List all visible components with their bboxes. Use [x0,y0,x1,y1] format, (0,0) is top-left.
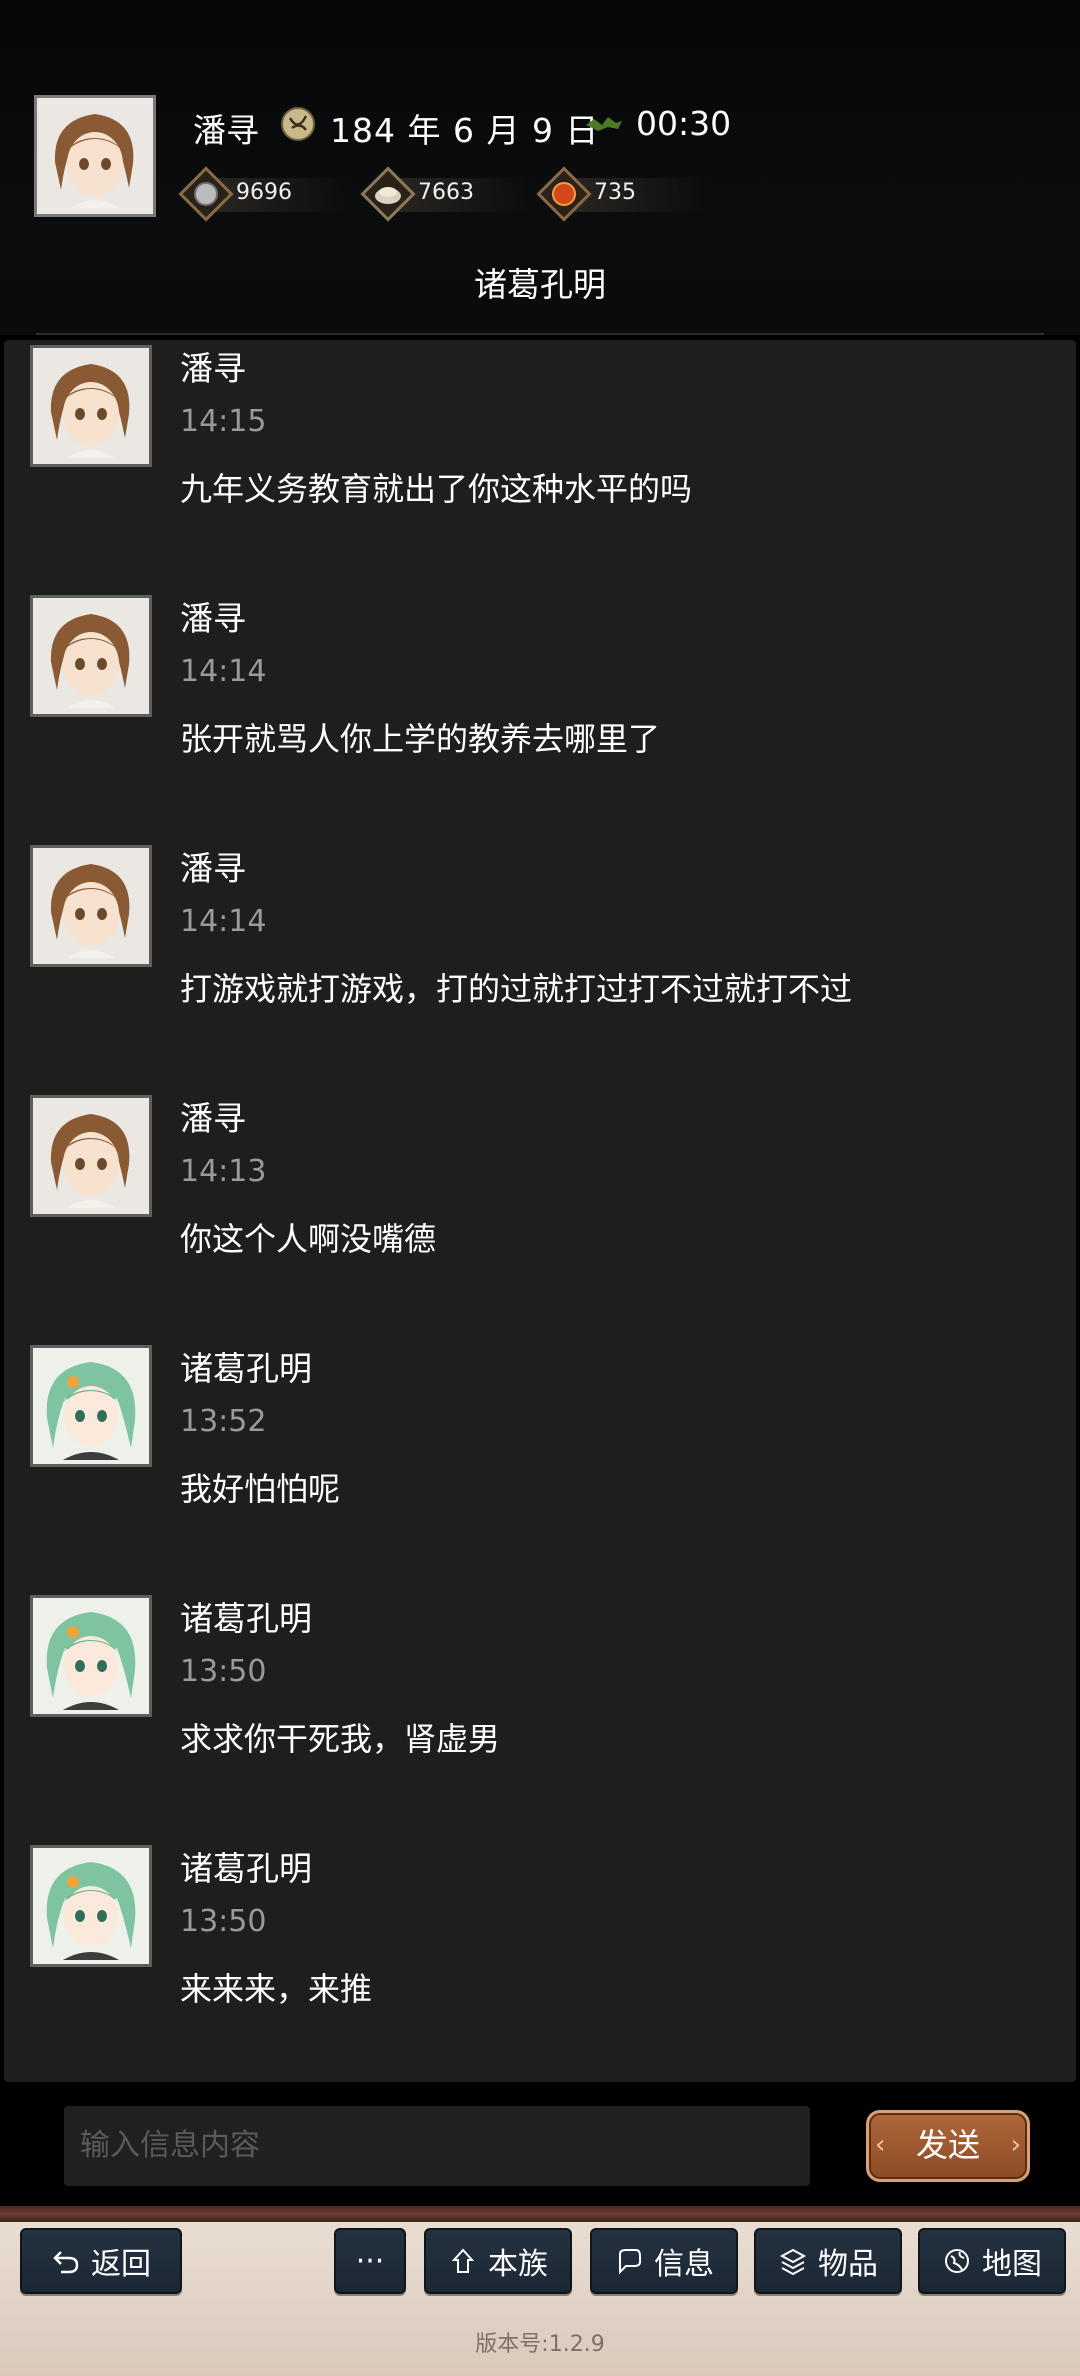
chevron-left-icon: ‹ [875,2130,886,2160]
message-sender: 诸葛孔明 [180,1849,312,1888]
message-text: 张开就骂人你上学的教养去哪里了 [180,720,661,758]
message-time: 14:15 [180,404,267,439]
chat-title: 诸葛孔明 [474,265,606,304]
silver-coin-icon [178,166,234,222]
message-time: 14:14 [180,654,267,689]
brown-hair-avatar[interactable] [30,845,152,967]
message-text: 你这个人啊没嘴德 [180,1220,437,1258]
message-item: 潘寻 14:15 九年义务教育就出了你这种水平的吗 [4,340,1076,580]
message-text: 打游戏就打游戏，打的过就打过打不过就打不过 [180,970,853,1008]
time-icon [586,117,622,131]
message-item: 潘寻 14:14 打游戏就打游戏，打的过就打过打不过就打不过 [4,830,1076,1080]
chevron-right-icon: › [1010,2130,1021,2160]
brown-hair-avatar[interactable] [30,595,152,717]
clan-icon [451,2248,475,2273]
message-sender: 潘寻 [180,349,246,388]
globe-icon [945,2249,969,2273]
game-time: 00:30 [636,104,732,143]
green-hair-avatar[interactable] [30,1845,152,1967]
red-seal-icon [536,166,592,222]
message-time: 13:50 [180,1904,267,1939]
items-button[interactable]: 物品 [754,2228,902,2294]
player-avatar[interactable] [34,95,156,217]
header-divider [36,333,1044,335]
clan-label: 本族 [488,2247,548,2282]
message-item: 诸葛孔明 13:52 我好怕怕呢 [4,1330,1076,1580]
info-label: 信息 [654,2247,714,2282]
message-time: 14:13 [180,1154,267,1189]
items-label: 物品 [818,2247,878,2282]
message-text: 九年义务教育就出了你这种水平的吗 [180,470,693,508]
items-icon [779,2248,807,2276]
brown-hair-avatar[interactable] [30,345,152,467]
input-area: 输入信息内容 ‹ 发送 › [0,2082,1080,2216]
message-sender: 诸葛孔明 [180,1349,312,1388]
message-item: 潘寻 14:14 张开就骂人你上学的教养去哪里了 [4,580,1076,830]
map-button[interactable]: 地图 [918,2228,1066,2294]
grain-icon [360,166,416,222]
more-button[interactable]: ··· [334,2228,406,2294]
chat-screen: 潘寻 184 年 6 月 9 日 00:30 9696 7663 735 诸葛孔… [0,0,1080,2376]
seal-value: 735 [594,180,636,205]
message-input[interactable]: 输入信息内容 [64,2106,810,2186]
message-text: 求求你干死我，肾虚男 [180,1720,501,1758]
bottom-nav: 返回 ··· 本族 信息 物品 地图 版本号:1.2.9 [0,2222,1080,2376]
message-sender: 潘寻 [180,1099,246,1138]
nav-decoration [0,2206,1080,2222]
version-label: 版本号:1.2.9 [475,2332,605,2357]
clan-button[interactable]: 本族 [424,2228,572,2294]
back-arrow-icon [53,2251,79,2274]
send-button-label: 发送 [915,2126,980,2164]
more-icon: ··· [355,2243,385,2279]
message-item: 诸葛孔明 13:50 来来来，来推 [4,1830,1076,2080]
message-item: 诸葛孔明 13:50 求求你干死我，肾虚男 [4,1580,1076,1830]
message-sender: 潘寻 [180,599,246,638]
calendar-icon [281,107,315,141]
message-text: 我好怕怕呢 [180,1470,341,1508]
grain-value: 7663 [418,180,474,205]
message-time: 14:14 [180,904,267,939]
green-hair-avatar[interactable] [30,1345,152,1467]
message-time: 13:50 [180,1654,267,1689]
back-label: 返回 [91,2247,151,2282]
message-sender: 诸葛孔明 [180,1599,312,1638]
message-item: 潘寻 14:13 你这个人啊没嘴德 [4,1080,1076,1330]
back-button[interactable]: 返回 [20,2228,182,2294]
brown-hair-avatar[interactable] [30,1095,152,1217]
chat-bubble-icon [619,2249,641,2275]
send-button[interactable]: ‹ 发送 › [866,2110,1030,2182]
green-hair-avatar[interactable] [30,1595,152,1717]
silver-value: 9696 [236,180,292,205]
game-date: 184 年 6 月 9 日 [330,111,600,150]
map-label: 地图 [982,2247,1042,2282]
player-name: 潘寻 [193,111,259,150]
message-list[interactable]: 潘寻 14:15 九年义务教育就出了你这种水平的吗 潘寻 14:14 张开就骂人你上学的教… [4,340,1076,2082]
message-time: 13:52 [180,1404,267,1439]
info-button[interactable]: 信息 [590,2228,738,2294]
message-sender: 潘寻 [180,849,246,888]
message-text: 来来来，来推 [180,1970,373,2008]
header: 潘寻 184 年 6 月 9 日 00:30 9696 7663 735 诸葛孔… [0,0,1080,335]
